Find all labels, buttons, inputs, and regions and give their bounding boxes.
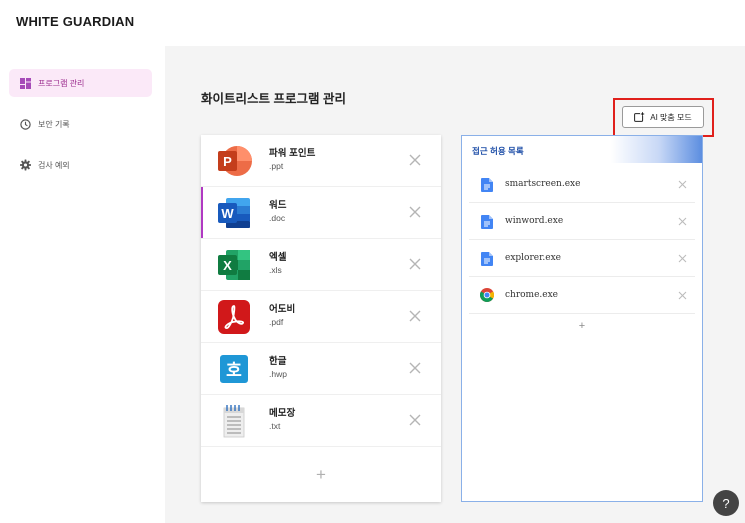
gear-icon [20, 159, 31, 171]
remove-program-button[interactable] [408, 361, 422, 375]
program-ext: .hwp [269, 369, 287, 379]
ai-custom-mode-button[interactable]: AI 맞춤 모드 [622, 106, 704, 128]
svg-text:W: W [221, 206, 234, 221]
powerpoint-icon: P [216, 144, 252, 178]
program-name: 워드 [269, 200, 287, 211]
file-icon [481, 215, 493, 229]
file-icon [481, 252, 493, 266]
remove-allow-item-button[interactable] [678, 291, 687, 300]
app-window: WHITE GUARDIAN 프로그램 관리 보안 기록 검사 예외 화이트리스… [0, 0, 745, 523]
program-ext: .doc [269, 213, 286, 223]
file-icon [481, 178, 493, 192]
notepad-icon [216, 404, 252, 438]
program-row[interactable]: 호 한글 .hwp [201, 343, 441, 395]
svg-text:P: P [223, 154, 232, 169]
sidebar-item-label: 보안 기록 [38, 119, 70, 129]
brand-title: WHITE GUARDIAN [16, 14, 135, 29]
program-row[interactable]: X 엑셀 .xls [201, 239, 441, 291]
remove-allow-item-button[interactable] [678, 217, 687, 226]
add-program-button[interactable]: + [201, 448, 441, 502]
program-row[interactable]: 어도비 .pdf [201, 291, 441, 343]
svg-text:호: 호 [226, 361, 242, 381]
svg-text:X: X [223, 258, 232, 273]
remove-program-button[interactable] [408, 153, 422, 167]
add-allow-item-button[interactable]: + [462, 320, 702, 340]
remove-program-button[interactable] [408, 257, 422, 271]
remove-allow-item-button[interactable] [678, 254, 687, 263]
sidebar-item-scan-exception[interactable]: 검사 예외 [9, 151, 152, 179]
word-icon: W [216, 196, 252, 230]
dashboard-icon [20, 77, 31, 89]
allow-list-item[interactable]: chrome.exe [469, 277, 695, 314]
sidebar-item-label: 검사 예외 [38, 160, 70, 170]
clock-icon [20, 118, 31, 130]
allow-item-name: explorer.exe [505, 253, 561, 263]
remove-allow-item-button[interactable] [678, 180, 687, 189]
remove-program-button[interactable] [408, 205, 422, 219]
sidebar-item-program-management[interactable]: 프로그램 관리 [9, 69, 152, 97]
allow-list-item[interactable]: winword.exe [469, 203, 695, 240]
allow-list-panel: 접근 허용 목록 smartscreen.exe winword.exe exp… [461, 135, 703, 502]
allow-item-name: chrome.exe [505, 290, 559, 300]
program-row[interactable]: P 파워 포인트 .ppt [201, 135, 441, 187]
allow-list-title: 접근 허용 목록 [472, 146, 524, 156]
sidebar-item-security-log[interactable]: 보안 기록 [9, 110, 152, 138]
program-ext: .ppt [269, 161, 284, 171]
program-name: 메모장 [269, 408, 296, 419]
program-row[interactable]: W 워드 .doc [201, 187, 441, 239]
chrome-icon [480, 288, 494, 302]
remove-program-button[interactable] [408, 413, 422, 427]
add-window-icon [634, 112, 646, 122]
allow-list-item[interactable]: smartscreen.exe [469, 166, 695, 203]
help-button[interactable]: ? [713, 490, 739, 516]
program-row[interactable]: 메모장 .txt [201, 395, 441, 447]
program-ext: .txt [269, 421, 281, 431]
main-content: 화이트리스트 프로그램 관리 AI 맞춤 모드 P 파워 포인트 .ppt W … [165, 46, 745, 523]
sidebar: 프로그램 관리 보안 기록 검사 예외 [0, 46, 165, 523]
allow-item-name: winword.exe [505, 216, 564, 226]
program-ext: .pdf [269, 317, 284, 327]
program-ext: .xls [269, 265, 282, 275]
program-list-card: P 파워 포인트 .ppt W 워드 .doc X 엑셀 .xls 어도비 .p… [201, 135, 441, 502]
program-name: 엑셀 [269, 252, 287, 263]
program-name: 한글 [269, 356, 287, 367]
sidebar-item-label: 프로그램 관리 [38, 78, 85, 88]
allow-list-header: 접근 허용 목록 [462, 136, 702, 163]
allow-list-item[interactable]: explorer.exe [469, 240, 695, 277]
hangul-icon: 호 [216, 352, 252, 386]
ai-custom-mode-label: AI 맞춤 모드 [650, 112, 692, 122]
acrobat-icon [216, 300, 252, 334]
page-title: 화이트리스트 프로그램 관리 [201, 92, 346, 106]
program-name: 파워 포인트 [269, 148, 316, 159]
allow-item-name: smartscreen.exe [505, 179, 581, 189]
excel-icon: X [216, 248, 252, 282]
program-name: 어도비 [269, 304, 296, 315]
remove-program-button[interactable] [408, 309, 422, 323]
